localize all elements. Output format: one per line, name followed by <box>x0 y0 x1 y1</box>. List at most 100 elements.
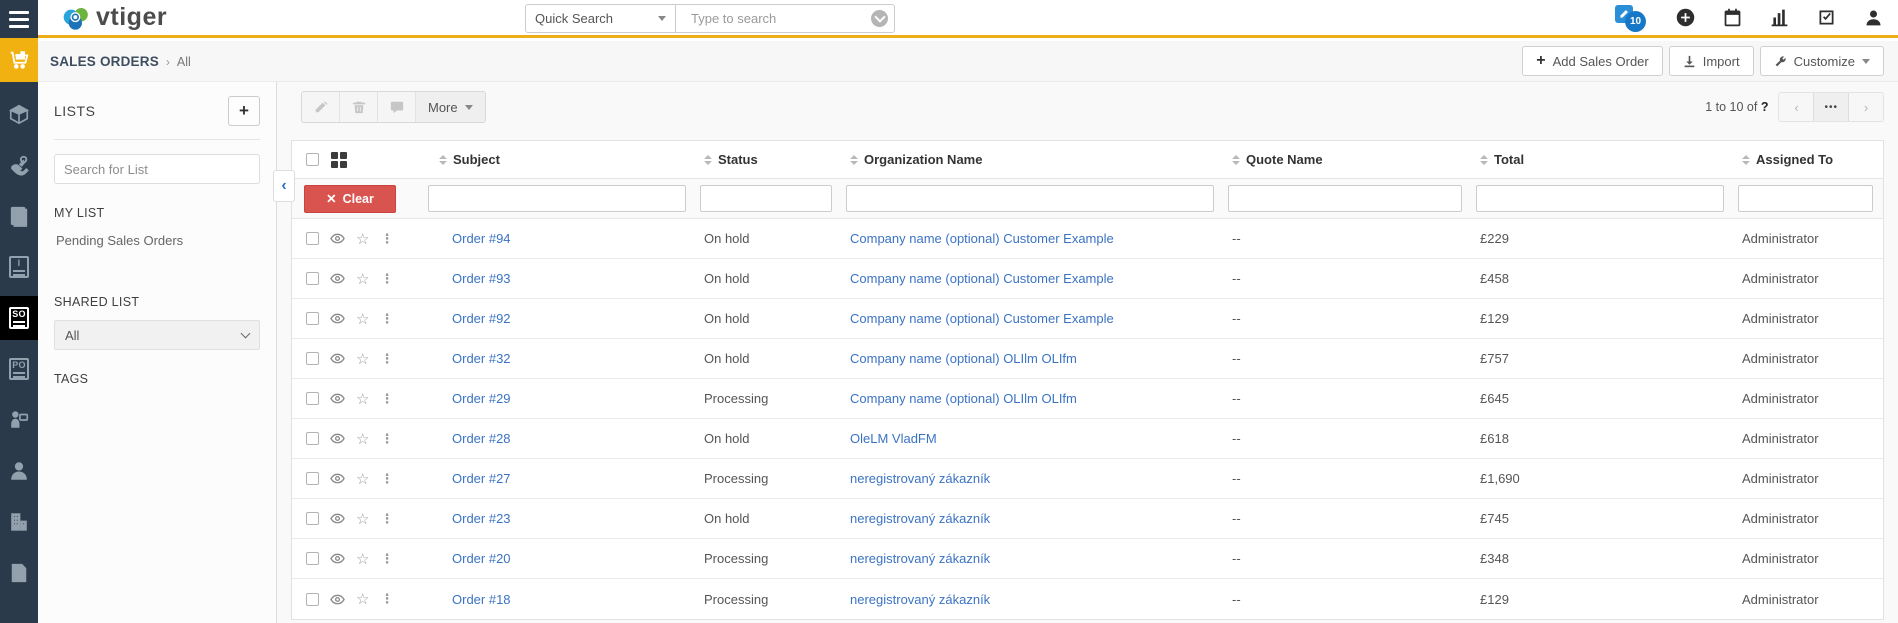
star-icon[interactable]: ☆ <box>356 510 369 528</box>
add-sales-order-button[interactable]: + Add Sales Order <box>1522 46 1662 76</box>
column-header-subject[interactable]: Subject <box>424 152 696 167</box>
table-row[interactable]: ☆ ⋮ Order #32 On hold Company name (opti… <box>292 339 1883 379</box>
table-row[interactable]: ☆ ⋮ Order #29 Processing Company name (o… <box>292 379 1883 419</box>
kebab-menu-icon[interactable]: ⋮ <box>380 271 393 287</box>
calendar-button[interactable] <box>1722 7 1743 28</box>
column-header-quote[interactable]: Quote Name <box>1224 152 1472 167</box>
kebab-menu-icon[interactable]: ⋮ <box>380 551 393 567</box>
preview-eye-icon[interactable] <box>330 513 345 524</box>
organization-link[interactable]: Company name (optional) Customer Example <box>850 271 1114 286</box>
organization-link[interactable]: neregistrovaný zákazník <box>850 511 990 526</box>
star-icon[interactable]: ☆ <box>356 310 369 328</box>
star-icon[interactable]: ☆ <box>356 230 369 248</box>
comment-button[interactable] <box>378 92 416 122</box>
subject-link[interactable]: Order #92 <box>452 311 511 326</box>
list-search-input[interactable] <box>54 154 260 184</box>
row-checkbox[interactable] <box>306 512 319 525</box>
subject-link[interactable]: Order #20 <box>452 551 511 566</box>
star-icon[interactable]: ☆ <box>356 350 369 368</box>
organization-link[interactable]: neregistrovaný zákazník <box>850 551 990 566</box>
grid-view-icon[interactable] <box>331 152 347 168</box>
more-button[interactable]: More <box>416 92 485 122</box>
table-row[interactable]: ☆ ⋮ Order #20 Processing neregistrovaný … <box>292 539 1883 579</box>
vtiger-logo[interactable]: vtiger <box>60 3 167 33</box>
preview-eye-icon[interactable] <box>330 594 345 605</box>
star-icon[interactable]: ☆ <box>356 470 369 488</box>
table-row[interactable]: ☆ ⋮ Order #27 Processing neregistrovaný … <box>292 459 1883 499</box>
hamburger-menu-icon[interactable] <box>0 0 38 38</box>
kebab-menu-icon[interactable]: ⋮ <box>380 351 393 367</box>
rail-item-organizations[interactable] <box>0 500 38 544</box>
row-checkbox[interactable] <box>306 593 319 606</box>
page-jump-button[interactable]: ••• <box>1813 93 1849 121</box>
subject-link[interactable]: Order #28 <box>452 431 511 446</box>
clear-filters-button[interactable]: ✕Clear <box>304 185 396 213</box>
organization-link[interactable]: Company name (optional) Customer Example <box>850 311 1114 326</box>
rail-item-leads[interactable] <box>0 398 38 442</box>
column-header-organization[interactable]: Organization Name <box>842 152 1224 167</box>
breadcrumb-view[interactable]: All <box>177 55 191 69</box>
subject-link[interactable]: Order #94 <box>452 231 511 246</box>
kebab-menu-icon[interactable]: ⋮ <box>380 591 393 607</box>
kebab-menu-icon[interactable]: ⋮ <box>380 471 393 487</box>
row-checkbox[interactable] <box>306 312 319 325</box>
filter-input-assigned[interactable] <box>1738 185 1873 212</box>
preview-eye-icon[interactable] <box>330 433 345 444</box>
reports-button[interactable] <box>1769 7 1790 28</box>
star-icon[interactable]: ☆ <box>356 590 369 608</box>
subject-link[interactable]: Order #32 <box>452 351 511 366</box>
kebab-menu-icon[interactable]: ⋮ <box>380 311 393 327</box>
star-icon[interactable]: ☆ <box>356 430 369 448</box>
organization-link[interactable]: Company name (optional) OLIlm OLIfm <box>850 351 1077 366</box>
row-checkbox[interactable] <box>306 392 319 405</box>
breadcrumb-module[interactable]: SALES ORDERS <box>50 54 159 69</box>
rail-item-purchase-orders[interactable]: PO <box>0 347 38 391</box>
sidebar-collapse-toggle[interactable]: ‹ <box>273 170 295 202</box>
rail-item-invoices[interactable]: $ <box>0 194 38 238</box>
organization-link[interactable]: neregistrovaný zákazník <box>850 592 990 607</box>
kebab-menu-icon[interactable]: ⋮ <box>380 431 393 447</box>
kebab-menu-icon[interactable]: ⋮ <box>380 231 393 247</box>
table-row[interactable]: ☆ ⋮ Order #93 On hold Company name (opti… <box>292 259 1883 299</box>
filter-input-total[interactable] <box>1476 185 1724 212</box>
rail-item-services[interactable] <box>0 143 38 187</box>
subject-link[interactable]: Order #29 <box>452 391 511 406</box>
organization-link[interactable]: OleLM VladFM <box>850 431 937 446</box>
subject-link[interactable]: Order #23 <box>452 511 511 526</box>
organization-link[interactable]: neregistrovaný zákazník <box>850 471 990 486</box>
preview-eye-icon[interactable] <box>330 313 345 324</box>
search-options-chevron-icon[interactable] <box>871 10 888 27</box>
shared-list-select[interactable]: All <box>54 320 260 350</box>
quick-search-dropdown[interactable]: Quick Search <box>526 5 676 32</box>
column-header-total[interactable]: Total <box>1472 152 1734 167</box>
add-list-button[interactable]: + <box>228 96 260 126</box>
tasks-button[interactable] <box>1816 7 1837 28</box>
preview-eye-icon[interactable] <box>330 393 345 404</box>
quick-create-button[interactable] <box>1675 7 1696 28</box>
star-icon[interactable]: ☆ <box>356 550 369 568</box>
organization-link[interactable]: Company name (optional) Customer Example <box>850 231 1114 246</box>
column-header-assigned[interactable]: Assigned To <box>1734 152 1883 167</box>
subject-link[interactable]: Order #18 <box>452 592 511 607</box>
subject-link[interactable]: Order #93 <box>452 271 511 286</box>
select-all-checkbox[interactable] <box>306 153 319 166</box>
table-row[interactable]: ☆ ⋮ Order #18 Processing neregistrovaný … <box>292 579 1883 619</box>
filter-input-quote[interactable] <box>1228 185 1462 212</box>
edit-button[interactable] <box>302 92 340 122</box>
row-checkbox[interactable] <box>306 272 319 285</box>
rail-item-products[interactable] <box>0 92 38 136</box>
customize-button[interactable]: Customize <box>1760 46 1884 76</box>
filter-input-subject[interactable] <box>428 185 686 212</box>
row-checkbox[interactable] <box>306 552 319 565</box>
row-checkbox[interactable] <box>306 232 319 245</box>
table-row[interactable]: ☆ ⋮ Order #94 On hold Company name (opti… <box>292 219 1883 259</box>
user-menu-button[interactable] <box>1863 7 1884 28</box>
delete-button[interactable] <box>340 92 378 122</box>
table-row[interactable]: ☆ ⋮ Order #92 On hold Company name (opti… <box>292 299 1883 339</box>
next-page-button[interactable]: › <box>1849 93 1883 121</box>
filter-input-status[interactable] <box>700 185 832 212</box>
preview-eye-icon[interactable] <box>330 473 345 484</box>
preview-eye-icon[interactable] <box>330 353 345 364</box>
preview-eye-icon[interactable] <box>330 553 345 564</box>
import-button[interactable]: Import <box>1669 46 1754 76</box>
